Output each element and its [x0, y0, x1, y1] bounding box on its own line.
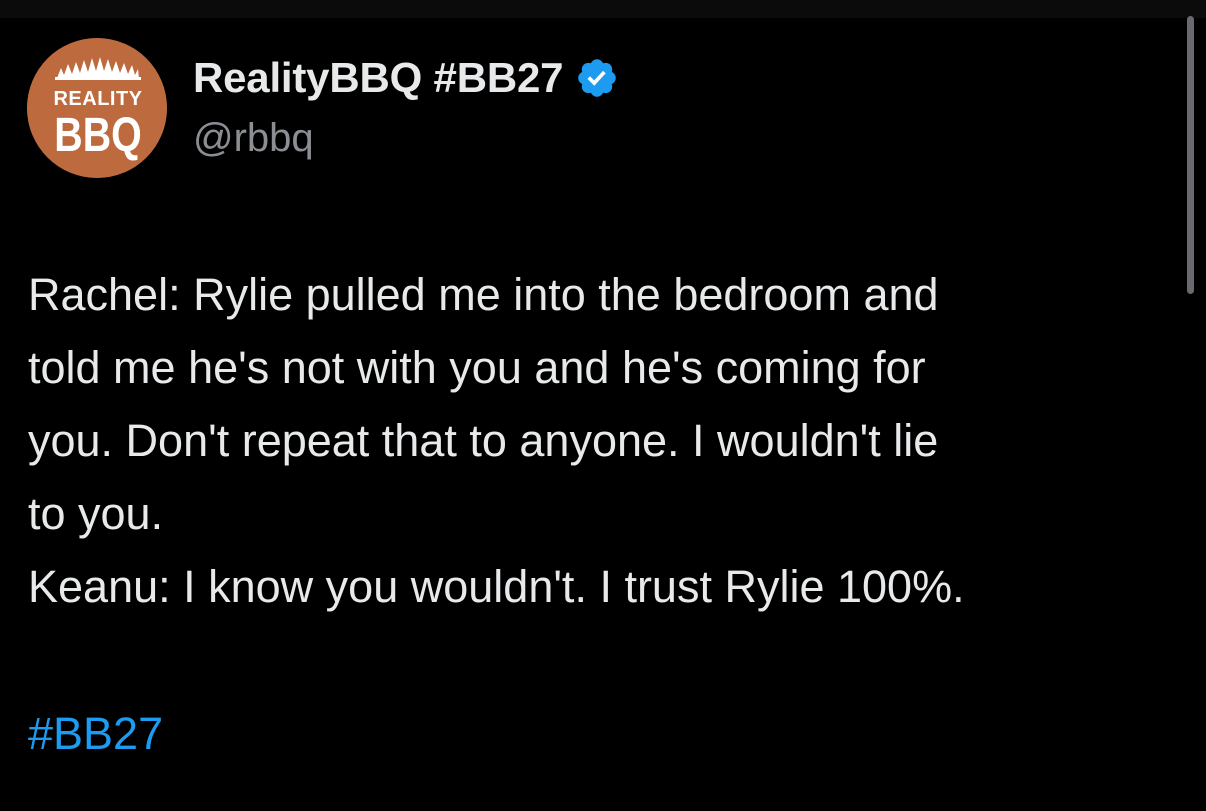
tweet-line: Keanu: I know you wouldn't. I trust Ryli… [28, 561, 965, 612]
top-edge-strip [0, 0, 1206, 18]
svg-text:REALITY: REALITY [53, 88, 142, 110]
scrollbar-thumb[interactable] [1187, 16, 1194, 294]
user-handle[interactable]: @rbbq [193, 116, 314, 161]
tweet-line: told me he's not with you and he's comin… [28, 342, 926, 393]
hashtag-link[interactable]: #BB27 [28, 697, 163, 770]
svg-text:BBQ: BBQ [54, 108, 141, 162]
tweet-line: you. Don't repeat that to anyone. I woul… [28, 415, 939, 466]
avatar[interactable]: REALITY BBQ [27, 38, 167, 178]
reality-bbq-logo-icon: REALITY BBQ [27, 38, 167, 178]
display-name[interactable]: RealityBBQ #BB27 [193, 54, 563, 102]
tweet-text: Rachel: Rylie pulled me into the bedroom… [28, 258, 1168, 623]
tweet-screen: REALITY BBQ RealityBBQ #BB27 @rbbq Rache… [0, 0, 1206, 811]
verified-badge-icon[interactable] [575, 56, 619, 100]
tweet-line: to you. [28, 488, 164, 539]
tweet-line: Rachel: Rylie pulled me into the bedroom… [28, 269, 939, 320]
display-name-row[interactable]: RealityBBQ #BB27 [193, 52, 619, 104]
